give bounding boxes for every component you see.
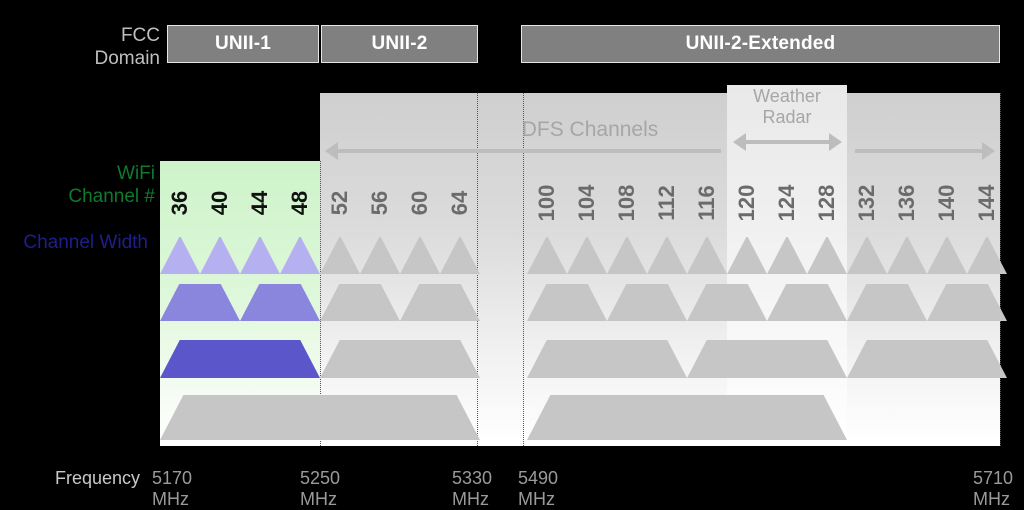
- dfs-arrow-right-head: [982, 142, 995, 160]
- channel-number-text: 44: [247, 190, 272, 216]
- channel-number-108: 108: [607, 170, 647, 234]
- channel-number-104: 104: [567, 170, 607, 234]
- fcc-domain-label: FCC Domain: [94, 25, 160, 69]
- channel-number-text: 108: [614, 184, 639, 222]
- channel-number-text: 100: [534, 184, 559, 222]
- wifi-channel-axis-label: WiFi Channel #: [68, 163, 155, 207]
- channel-number-44: 44: [240, 170, 280, 234]
- channel-number-40: 40: [200, 170, 240, 234]
- dfs-gray-panel: [320, 93, 1000, 446]
- frequency-tick-5490: 5490 MHz: [518, 468, 559, 509]
- channel-number-120: 120: [727, 170, 767, 234]
- channel-number-text: 60: [407, 190, 432, 216]
- radar-arrow-right-head: [829, 133, 842, 151]
- channel-number-100: 100: [527, 170, 567, 234]
- channel-number-text: 140: [934, 184, 959, 222]
- channel-number-136: 136: [887, 170, 927, 234]
- divider-line-3: [1000, 93, 1001, 446]
- channel-number-112: 112: [647, 170, 687, 234]
- channel-number-text: 56: [367, 190, 392, 216]
- frequency-tick-5330: 5330 MHz: [452, 468, 493, 509]
- domain-box-unii-1: UNII-1: [167, 25, 319, 63]
- channel-number-text: 104: [574, 184, 599, 222]
- channel-number-text: 120: [734, 184, 759, 222]
- channel-number-text: 128: [814, 184, 839, 222]
- channel-number-text: 64: [447, 190, 472, 216]
- frequency-axis-label: Frequency: [54, 468, 140, 488]
- channel-number-text: 48: [287, 190, 312, 216]
- diagram-canvas: FCC Domain UNII-1 UNII-2 UNII-2-Extended DF…: [0, 0, 1024, 509]
- channel-width-axis-label: Channel Width: [23, 232, 148, 253]
- frequency-tick-5250: 5250 MHz: [300, 468, 341, 509]
- frequency-tick-5710: 5710 MHz: [973, 468, 1014, 509]
- channel-number-text: 124: [774, 184, 799, 222]
- channel-number-text: 40: [207, 190, 232, 216]
- channel-number-124: 124: [767, 170, 807, 234]
- channel-number-text: 136: [894, 184, 919, 222]
- channel-number-text: 116: [694, 185, 719, 221]
- channel-number-116: 116: [687, 170, 727, 234]
- domain-box-unii-2-extended: UNII-2-Extended: [521, 25, 1000, 63]
- domain-box-unii-2: UNII-2: [321, 25, 478, 63]
- channel-number-128: 128: [807, 170, 847, 234]
- channel-number-48: 48: [280, 170, 320, 234]
- channel-number-text: 144: [974, 184, 999, 222]
- channel-number-56: 56: [360, 170, 400, 234]
- channel-number-36: 36: [160, 170, 200, 234]
- channel-number-text: 112: [654, 185, 679, 221]
- channel-number-144: 144: [967, 170, 1007, 234]
- channel-number-64: 64: [440, 170, 480, 234]
- channel-number-text: 52: [327, 190, 352, 216]
- divider-line-2: [523, 93, 524, 446]
- dfs-arrow-line-right: [855, 149, 982, 153]
- channel-number-60: 60: [400, 170, 440, 234]
- frequency-tick-5170: 5170 MHz: [152, 468, 193, 509]
- weather-radar-label: Weather Radar: [753, 86, 821, 127]
- channel-number-52: 52: [320, 170, 360, 234]
- divider-line-1: [477, 93, 478, 446]
- channel-number-text: 132: [854, 184, 879, 222]
- channel-number-140: 140: [927, 170, 967, 234]
- dfs-arrow-line-left: [337, 149, 721, 153]
- channel-number-text: 36: [167, 190, 192, 216]
- radar-arrow-line: [745, 140, 829, 144]
- channel-number-132: 132: [847, 170, 887, 234]
